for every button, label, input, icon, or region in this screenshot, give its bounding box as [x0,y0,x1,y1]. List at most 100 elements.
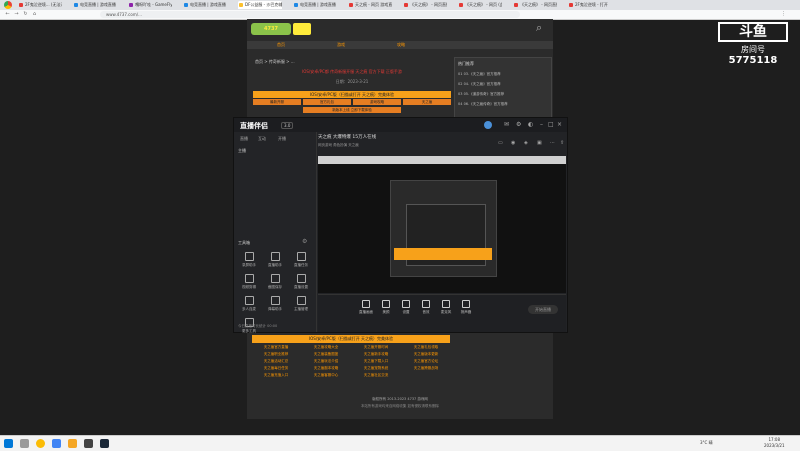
menu-icon[interactable]: ⋮ [780,11,787,18]
tool-button[interactable]: 视频剪辑 [238,274,260,292]
back-icon[interactable]: ← [4,11,11,18]
stream-title[interactable]: 天之痕 大爆特爆 15万人在线 [318,134,376,140]
orange-button[interactable]: 游戏攻略 [353,99,401,105]
browser-tab[interactable]: 《天之痕》 - 网页直播 [403,1,447,9]
close-icon[interactable]: × [557,121,562,128]
browser-tab[interactable]: DF公益服 - 沙巴克辅助 [238,1,282,9]
tool-button[interactable]: 多人连麦 [238,296,260,314]
link-item[interactable]: 天之痕职业推荐 [252,351,300,357]
download-banner[interactable]: IOS/安卓/PC版（扫描或打开 天之痕）完美体验 [253,91,451,98]
reload-icon[interactable]: ↻ [22,11,29,18]
tool-button[interactable]: 主播管理 [290,296,312,314]
link-item[interactable]: 天之痕客服中心 [302,372,350,378]
link-item[interactable]: 天之痕下载入口 [352,358,400,364]
app-taskbar-icon[interactable] [52,439,61,448]
home-icon[interactable]: ⌂ [31,11,38,18]
more-icon[interactable]: ⋯ [550,140,555,146]
search-taskbar-icon[interactable] [20,439,29,448]
search-icon[interactable]: ⌕ [536,22,548,34]
hot-item[interactable]: 04 06.《天之痕传奇》官方推荐 [458,102,508,107]
stream-tags[interactable]: 网页游戏 角色扮演 天之痕 [318,143,359,148]
minimize-icon[interactable]: – [540,121,543,128]
browser-tab[interactable]: 2F鬼泣逆境 - 打开 [568,1,612,9]
browser-tab[interactable]: 电竞直播 | 游戏直播 [183,1,227,9]
link-item[interactable]: 天之痕社区交流 [352,372,400,378]
browser-tab[interactable]: 电竞直播 | 游戏直播 [73,1,117,9]
folder-taskbar-icon[interactable] [68,439,77,448]
link-item[interactable]: 天之痕玩法介绍 [302,358,350,364]
hot-item[interactable]: 03 05.《道游传奇》官方推荐 [458,92,504,97]
stream-preview[interactable] [318,156,566,293]
image-icon[interactable]: ▣ [537,140,542,146]
maximize-icon[interactable]: □ [548,121,554,128]
browser-tab[interactable]: 《天之痕》 - 网页 (此列) [458,1,502,9]
browser-tab[interactable]: 电竞直播 | 游戏直播 [293,1,337,9]
tool-button[interactable]: 直播任务 [290,252,312,270]
steam-taskbar-icon[interactable] [100,439,109,448]
toolbar-button[interactable]: 直播画面 [356,300,376,315]
monitor-icon[interactable]: ▭ [498,140,503,146]
tool-button[interactable]: 弹幕助手 [264,296,286,314]
mail-icon[interactable]: ✉ [504,121,509,128]
link-item[interactable]: 天之痕攻略大全 [302,344,350,350]
tool-button[interactable]: 直播设置 [290,274,312,292]
clock[interactable]: 17:08 2023/3/21 [764,437,785,449]
link-item[interactable]: 天之痕副本攻略 [302,365,350,371]
tab-live[interactable]: 直播 [240,136,248,142]
tool-button[interactable]: 录屏助手 [238,252,260,270]
link-item[interactable]: 天之痕充值入口 [252,372,300,378]
orange-button[interactable]: 官方礼包 [303,99,351,105]
tool-button[interactable]: 直播助手 [264,252,286,270]
orange-button[interactable]: 天之痕 [403,99,451,105]
settings-icon[interactable]: ⚙ [516,121,521,128]
link-item[interactable]: 天之痕装备图鉴 [302,351,350,357]
browser-tab[interactable]: 天之痕 - 网页 游戏直播 [348,1,392,9]
orange-button[interactable]: 最新开服 [253,99,301,105]
start-icon[interactable] [4,439,13,448]
link-item[interactable]: 天之痕礼包领取 [402,344,450,350]
skin-icon[interactable]: ◐ [528,121,533,128]
chrome-taskbar-icon[interactable] [36,439,45,448]
link-item[interactable]: 天之痕活动汇总 [252,358,300,364]
nav-item-guides[interactable]: 攻略 [397,41,405,49]
link-item[interactable]: 天之痕新手攻略 [352,351,400,357]
toolbar-button[interactable]: 音效 [416,300,436,315]
tab-interact[interactable]: 互动 [258,136,266,142]
browser-logo-icon[interactable] [2,1,14,9]
share-icon[interactable]: ⇪ [560,140,564,146]
avatar[interactable] [484,121,492,129]
site-logo[interactable]: 4737 [251,23,291,35]
toolbar-button[interactable]: 麦克风 [436,300,456,315]
camera-icon[interactable]: ◉ [511,140,515,146]
browser-tab[interactable]: 《天之痕》 - 网页直播 [513,1,557,9]
hot-item[interactable]: 01 03.《天之痕》官方推荐 [458,72,501,77]
hot-item[interactable]: 02 04.《天之痕》官方推荐 [458,82,501,87]
start-live-button[interactable]: 开始直播 [528,305,558,314]
browser-tab[interactable]: 嘎呀吖哇 - GameFly.com [128,1,172,9]
nav-item-games[interactable]: 游戏 [337,41,345,49]
download-banner-lower[interactable]: IOS/安卓/PC版（扫描或打开 天之痕）完美体验 [252,335,450,343]
toolbox-settings-icon[interactable]: ⚙ [302,238,307,245]
link-item[interactable]: 天之痕版本更新 [402,351,450,357]
gamepad-icon[interactable]: ◈ [524,140,528,146]
weather-status[interactable]: 3°C 晴 [700,440,713,446]
browser-tab[interactable]: 2F鬼泣逆境... (无法清晰读取) [18,1,62,9]
toolbar-button[interactable]: 美颜 [376,300,396,315]
forward-icon[interactable]: → [13,11,20,18]
tab-favicon-icon [459,3,463,7]
nav-item-home[interactable]: 首页 [277,41,285,49]
link-item[interactable]: 天之痕宠物系统 [352,365,400,371]
app-taskbar-icon[interactable] [84,439,93,448]
tab-start[interactable]: 开播 [278,136,286,142]
orange-wide-button[interactable]: 新版本上线 立即下载体验 [303,107,401,113]
toolbar-button[interactable]: 设置 [396,300,416,315]
link-item[interactable]: 天之痕官方直播 [252,344,300,350]
user-row[interactable]: 主播 [238,148,246,154]
url-input[interactable]: www.4737.com/... [100,11,520,18]
tool-button[interactable]: 截图保存 [264,274,286,292]
toolbar-button[interactable]: 扬声器 [456,300,476,315]
link-item[interactable]: 天之痕开服时间 [352,344,400,350]
link-item[interactable]: 天之痕跨服战场 [402,365,450,371]
link-item[interactable]: 天之痕每日任务 [252,365,300,371]
link-item[interactable]: 天之痕官方论坛 [402,358,450,364]
